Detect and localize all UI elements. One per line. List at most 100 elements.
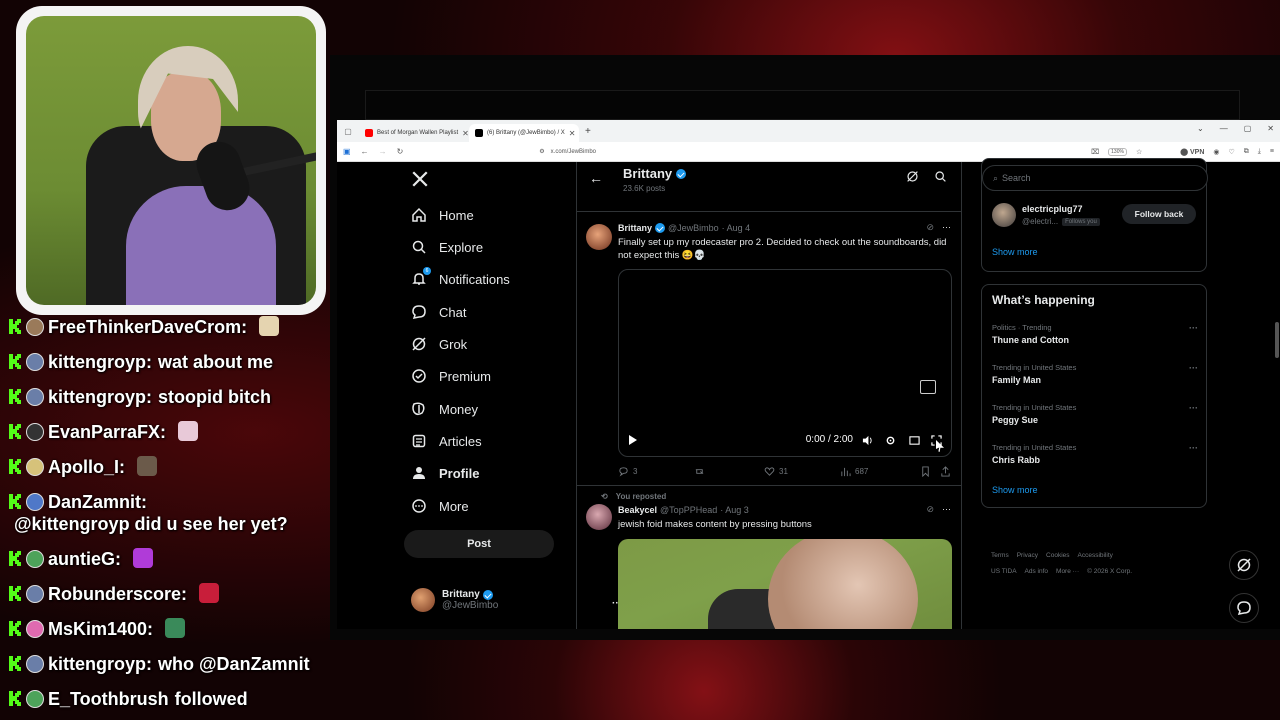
- play-icon[interactable]: [629, 435, 637, 445]
- tab-x-profile[interactable]: (6) Brittany (@JewBimbo) / X ✕: [469, 124, 579, 142]
- chat-user-avatar: [26, 318, 44, 336]
- bookmark-star-icon[interactable]: ☆: [1136, 148, 1142, 156]
- bookmark-button[interactable]: [920, 466, 940, 477]
- tweet-author-name[interactable]: Brittany: [618, 223, 652, 233]
- grok-icon[interactable]: ⊘: [926, 504, 934, 515]
- download-icon[interactable]: ⤓: [1258, 148, 1261, 156]
- tweet-date[interactable]: · Aug 3: [720, 505, 749, 515]
- avatar[interactable]: [586, 504, 612, 530]
- footer-link[interactable]: US TIDA: [991, 568, 1017, 575]
- url-field[interactable]: ⚙ x.com/JewBimbo: [413, 145, 1081, 159]
- reply-button[interactable]: 3: [618, 466, 694, 477]
- more-dots-icon[interactable]: ···: [942, 222, 951, 233]
- like-button[interactable]: 31: [764, 466, 840, 477]
- views-button[interactable]: 687: [840, 466, 920, 477]
- nav-item-home[interactable]: Home: [411, 207, 474, 223]
- avatar[interactable]: [992, 203, 1016, 227]
- back-button[interactable]: ←: [361, 147, 369, 156]
- menu-icon[interactable]: ≡: [1270, 148, 1274, 155]
- avatar[interactable]: [586, 224, 612, 250]
- scrollbar-thumb[interactable]: [1275, 322, 1279, 358]
- search-input[interactable]: ⌕ Search: [982, 165, 1208, 191]
- volume-icon[interactable]: [862, 435, 873, 446]
- nav-item-articles[interactable]: Articles: [411, 433, 482, 449]
- settings-gear-icon[interactable]: [885, 435, 896, 446]
- maximize-button[interactable]: ▢: [1244, 124, 1252, 133]
- follow-suggestion-name[interactable]: electricplug77: [1022, 204, 1083, 214]
- picture-in-picture-icon[interactable]: [920, 380, 936, 394]
- share-button[interactable]: [940, 466, 951, 477]
- screenshot-icon[interactable]: ⌧: [1091, 148, 1099, 156]
- search-icon[interactable]: [934, 170, 947, 188]
- nav-item-profile[interactable]: Profile: [411, 465, 479, 481]
- x-logo-icon[interactable]: [411, 168, 429, 194]
- tweet-media-image[interactable]: [618, 539, 952, 629]
- footer-link[interactable]: Cookies: [1046, 552, 1069, 559]
- footer-link[interactable]: Terms: [991, 552, 1009, 559]
- tab-youtube[interactable]: Best of Morgan Wallen Playlist ✕: [359, 124, 469, 142]
- vpn-badge[interactable]: ⬤ VPN: [1180, 148, 1204, 156]
- trend-item[interactable]: Trending in United States Chris Rabb ···: [992, 443, 1198, 465]
- nav-item-premium[interactable]: Premium: [411, 368, 491, 384]
- tweet[interactable]: ⟲ You reposted Beakycel @TopPPHead · Aug …: [577, 486, 961, 629]
- sidebar-toggle-icon[interactable]: ▣: [343, 147, 351, 156]
- nav-item-notifications[interactable]: 6 Notifications: [411, 267, 510, 287]
- grok-float-button[interactable]: [1229, 550, 1259, 580]
- trend-item[interactable]: Politics · Trending Thune and Cotton ···: [992, 323, 1198, 345]
- messages-float-button[interactable]: [1229, 593, 1259, 623]
- tweet-author-name[interactable]: Beakycel: [618, 505, 657, 515]
- articles-icon: [411, 433, 427, 449]
- close-tab-icon[interactable]: ✕: [569, 129, 576, 138]
- nav-item-explore[interactable]: Explore: [411, 239, 483, 255]
- close-tab-icon[interactable]: ✕: [462, 129, 469, 138]
- footer-link[interactable]: © 2026 X Corp.: [1087, 568, 1132, 575]
- more-dots-icon[interactable]: ···: [1189, 323, 1198, 333]
- more-dots-icon[interactable]: ···: [1189, 443, 1198, 453]
- grok-icon[interactable]: [906, 170, 919, 188]
- site-info-icon[interactable]: ⚙: [539, 148, 544, 155]
- new-tab-button[interactable]: +: [585, 126, 591, 137]
- video-player[interactable]: 0:00 / 2:00: [618, 269, 952, 457]
- tweet-author-handle[interactable]: @JewBimbo: [668, 223, 719, 233]
- account-switcher[interactable]: Brittany @JewBimbo: [411, 588, 498, 612]
- minimize-button[interactable]: —: [1220, 124, 1228, 133]
- tweet[interactable]: Brittany @JewBimbo · Aug 4 ⊘ ··· Finally…: [577, 212, 961, 486]
- footer-link[interactable]: Ads info: [1025, 568, 1049, 575]
- close-window-button[interactable]: ✕: [1267, 124, 1274, 133]
- reload-button[interactable]: ↻: [397, 147, 404, 156]
- tab-menu-icon[interactable]: ▢: [337, 127, 359, 136]
- grok-icon[interactable]: ⊘: [926, 222, 934, 233]
- more-dots-icon[interactable]: ···: [1189, 403, 1198, 413]
- repost-button[interactable]: [694, 466, 764, 477]
- forward-button[interactable]: →: [379, 147, 387, 156]
- trend-item[interactable]: Trending in United States Family Man ···: [992, 363, 1198, 385]
- chevron-down-icon[interactable]: ⌄: [1197, 124, 1204, 133]
- footer-link[interactable]: Accessibility: [1078, 552, 1113, 559]
- tweet-date[interactable]: · Aug 4: [722, 223, 751, 233]
- trend-category: Trending in United States: [992, 403, 1077, 412]
- chat-icon: [1237, 601, 1251, 615]
- page-scrollbar[interactable]: [1274, 162, 1280, 629]
- post-button[interactable]: Post: [404, 530, 554, 558]
- back-arrow-icon[interactable]: ←: [589, 170, 603, 186]
- show-more-link[interactable]: Show more: [992, 485, 1038, 495]
- tweet-author-handle[interactable]: @TopPPHead: [660, 505, 717, 515]
- chat-text: who @DanZamnit: [158, 654, 310, 674]
- show-more-link[interactable]: Show more: [992, 247, 1038, 257]
- bell-icon: 6: [411, 267, 431, 287]
- nav-item-grok[interactable]: Grok: [411, 336, 467, 352]
- profile-icon[interactable]: ◉: [1213, 148, 1219, 156]
- follow-back-button[interactable]: Follow back: [1122, 204, 1196, 224]
- zoom-level[interactable]: 130%: [1108, 147, 1127, 156]
- mini-player-icon[interactable]: [909, 435, 920, 446]
- footer-link[interactable]: More ···: [1056, 568, 1079, 575]
- footer-link[interactable]: Privacy: [1017, 552, 1038, 559]
- nav-item-more[interactable]: More: [411, 498, 469, 514]
- more-dots-icon[interactable]: ···: [942, 504, 951, 515]
- extensions-icon[interactable]: ⧉: [1244, 148, 1249, 156]
- heart-icon[interactable]: ♡: [1229, 148, 1235, 156]
- trend-item[interactable]: Trending in United States Peggy Sue ···: [992, 403, 1198, 425]
- nav-item-chat[interactable]: Chat: [411, 304, 466, 320]
- more-dots-icon[interactable]: ···: [1189, 363, 1198, 373]
- nav-item-money[interactable]: Money: [411, 401, 478, 417]
